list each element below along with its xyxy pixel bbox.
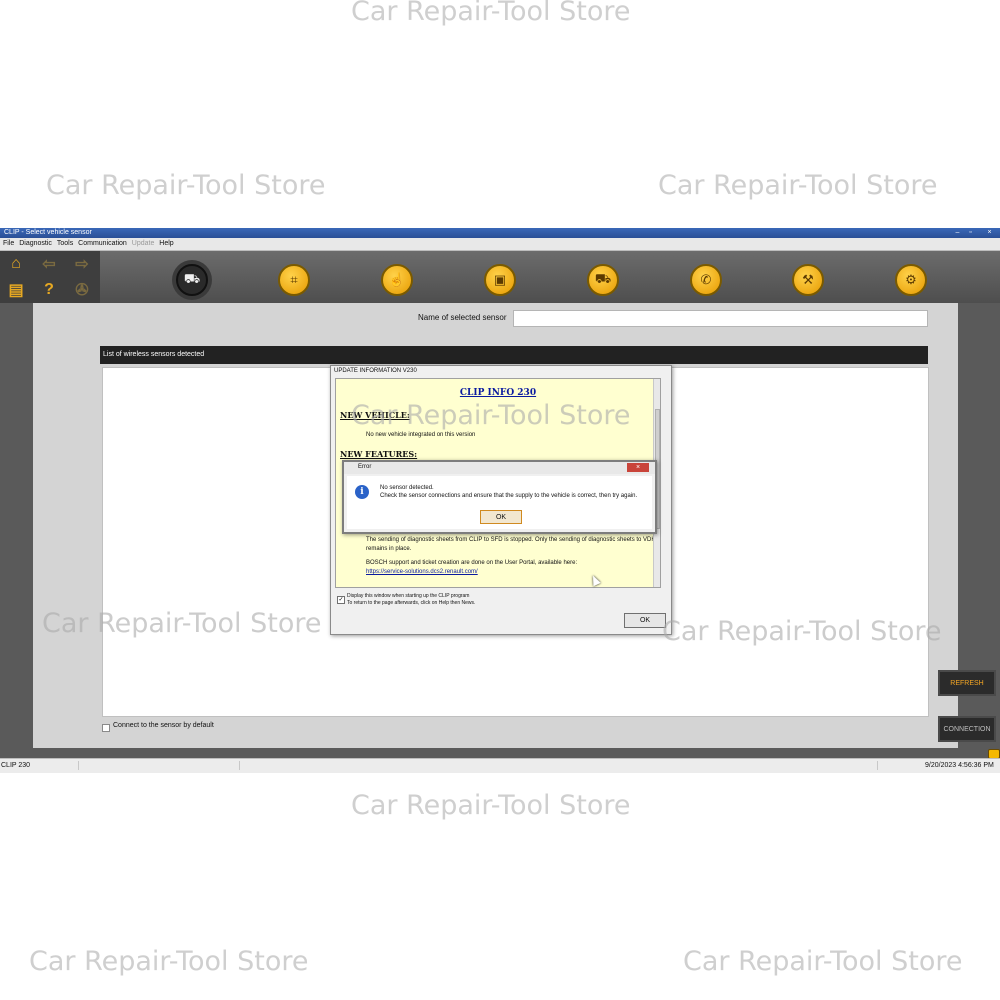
menu-help[interactable]: Help [159, 240, 173, 247]
menu-update: Update [131, 240, 155, 247]
menu-bar: File Diagnostic Tools Communication Upda… [0, 238, 1000, 251]
error-title-bar: Error × [344, 462, 655, 474]
title-bar: CLIP - Select vehicle sensor – ▫ × [0, 228, 1000, 238]
watermark: Car Repair-Tool Store [351, 0, 631, 27]
display-on-startup-hint: To return to the page afterwards, click … [347, 600, 476, 606]
window-title: CLIP - Select vehicle sensor [4, 229, 92, 236]
wrench-icon[interactable]: ⚒ [792, 264, 824, 296]
vehicle-sensor-icon[interactable]: ⛟ [176, 264, 208, 296]
connect-default-label: Connect to the sensor by default [113, 722, 214, 729]
watermark: Car Repair-Tool Store [351, 790, 631, 821]
watermark: Car Repair-Tool Store [42, 608, 322, 639]
status-bar: CLIP 230 9/20/2023 4:56:36 PM [0, 758, 1000, 773]
disabled-tool-icon: ✇ [75, 282, 89, 299]
error-ok-button[interactable]: OK [480, 510, 522, 524]
menu-tools[interactable]: Tools [57, 240, 73, 247]
connect-default-checkbox[interactable] [102, 724, 110, 732]
sending-sheets-text: The sending of diagnostic sheets from CL… [366, 537, 656, 552]
home-icon[interactable]: ⌂ [0, 252, 32, 276]
vehicle-icon[interactable]: ⛟ [587, 264, 619, 296]
navigation-toolbar: ⌂ ⇦ ⇨ ▤ ? ✇ [0, 251, 100, 303]
back-arrow-icon[interactable]: ⇦ [33, 252, 65, 276]
news-heading: CLIP INFO 230 [459, 388, 537, 398]
error-message-title: No sensor detected. [380, 485, 434, 491]
help-icon[interactable]: ? [33, 278, 65, 302]
close-button[interactable]: × [984, 229, 995, 237]
connection-button[interactable]: CONNECTION [938, 716, 996, 742]
phone-icon[interactable]: ✆ [690, 264, 722, 296]
vehicle-settings-icon[interactable]: ⚙ [895, 264, 927, 296]
watermark: Car Repair-Tool Store [46, 170, 326, 201]
error-dialog-title: Error [358, 464, 372, 470]
error-message-body: Check the sensor connections and ensure … [380, 493, 638, 499]
error-close-button[interactable]: × [627, 463, 649, 472]
status-version: CLIP 230 [1, 762, 31, 769]
watermark: Car Repair-Tool Store [658, 170, 938, 201]
status-segment [78, 761, 240, 770]
update-dialog-title: UPDATE INFORMATION V230 [334, 368, 417, 374]
gearbox-icon[interactable]: ⌗ [278, 264, 310, 296]
error-dialog: Error × i No sensor detected. Check the … [342, 460, 657, 534]
new-vehicle-text: No new vehicle integrated on this versio… [366, 432, 476, 438]
display-on-startup-label: Display this window when starting up the… [347, 593, 470, 599]
forward-arrow-icon[interactable]: ⇨ [66, 252, 98, 276]
left-strip [0, 303, 33, 748]
printer-icon[interactable]: ▤ [0, 278, 32, 302]
status-datetime: 9/20/2023 4:56:36 PM [925, 762, 994, 769]
new-features-heading: NEW FEATURES: [340, 449, 418, 459]
sensor-name-field[interactable] [513, 310, 928, 327]
dashboard-icon[interactable]: ▣ [484, 264, 516, 296]
menu-communication[interactable]: Communication [78, 240, 127, 247]
status-segment [877, 761, 923, 770]
menu-diagnostic[interactable]: Diagnostic [19, 240, 52, 247]
watermark: Car Repair-Tool Store [662, 616, 942, 647]
sensor-name-label: Name of selected sensor [418, 313, 507, 322]
minimize-button[interactable]: – [952, 229, 963, 237]
sensor-list-header: List of wireless sensors detected [100, 346, 928, 364]
display-on-startup-checkbox[interactable]: ✓ [337, 596, 345, 604]
touch-icon[interactable]: ☝ [381, 264, 413, 296]
watermark: Car Repair-Tool Store [351, 400, 631, 431]
watermark: Car Repair-Tool Store [29, 946, 309, 977]
watermark: Car Repair-Tool Store [683, 946, 963, 977]
refresh-button[interactable]: REFRESH [938, 670, 996, 696]
restore-button[interactable]: ▫ [965, 229, 976, 237]
bosch-support-text: BOSCH support and ticket creation are do… [366, 560, 578, 566]
user-portal-link[interactable]: https://service-solutions.dcs2.renault.c… [366, 569, 478, 575]
info-icon: i [355, 485, 369, 499]
error-body: i No sensor detected. Check the sensor c… [347, 476, 652, 529]
menu-file[interactable]: File [3, 240, 14, 247]
update-ok-button[interactable]: OK [624, 613, 666, 628]
